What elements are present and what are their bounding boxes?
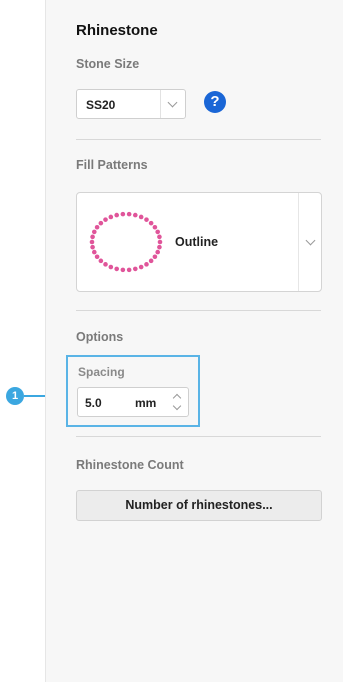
rhinestone-dot: [98, 258, 104, 264]
rhinestone-dot: [144, 217, 149, 222]
fill-pattern-label: Outline: [175, 235, 219, 249]
fill-pattern-dropdown-arrow[interactable]: [298, 193, 321, 291]
rhinestone-dot: [89, 239, 95, 245]
rhinestone-dot: [133, 266, 138, 272]
rhinestone-dot: [103, 262, 108, 267]
chevron-down-icon[interactable]: [172, 401, 182, 411]
help-icon[interactable]: ?: [204, 91, 226, 113]
stone-size-dropdown-arrow[interactable]: [160, 90, 185, 118]
spacing-input[interactable]: 5.0 mm: [77, 387, 189, 417]
rhinestone-dot: [126, 267, 132, 273]
rhinestone-dot: [108, 214, 114, 220]
rhinestone-dot: [148, 220, 154, 226]
rhinestone-dot: [92, 229, 97, 235]
fill-patterns-label: Fill Patterns: [76, 158, 148, 172]
spacing-unit: mm: [135, 396, 157, 410]
rhinestone-dot: [138, 264, 144, 270]
options-label: Options: [76, 330, 124, 344]
rhinestone-dot: [138, 214, 144, 220]
rhinestone-dot: [98, 220, 104, 226]
rhinestone-dot: [148, 258, 154, 264]
rhinestone-dot: [152, 224, 158, 230]
stone-size-value: SS20: [86, 98, 116, 112]
number-of-rhinestones-button[interactable]: Number of rhinestones...: [76, 490, 322, 521]
rhinestone-dot: [90, 244, 95, 250]
rhinestone-dot: [155, 249, 160, 255]
rhinestone-panel: Rhinestone Stone Size SS20 ? Fill Patter…: [45, 0, 343, 682]
rhinestone-dot: [94, 254, 100, 260]
rhinestone-dot: [94, 224, 100, 230]
rhinestone-dot: [103, 217, 108, 222]
callout-badge: 1: [6, 387, 24, 405]
spacing-highlight-box: Spacing 5.0 mm: [66, 355, 200, 427]
rhinestone-dot: [108, 264, 114, 270]
divider: [76, 139, 321, 140]
rhinestone-dot: [157, 244, 162, 250]
rhinestone-dot: [157, 234, 162, 240]
rhinestone-dot: [157, 239, 163, 245]
rhinestone-dot: [155, 229, 160, 235]
fill-pattern-select[interactable]: Outline: [76, 192, 322, 292]
spacing-stepper[interactable]: [170, 390, 186, 414]
rhinestone-dot: [90, 234, 95, 240]
rhinestone-dot: [114, 266, 119, 272]
rhinestone-dot: [120, 267, 126, 273]
rhinestone-count-label: Rhinestone Count: [76, 458, 184, 472]
rhinestone-dot: [120, 211, 126, 217]
outline-dots-pattern-icon: [89, 211, 163, 273]
chevron-down-icon: [167, 97, 178, 108]
rhinestone-dot: [144, 262, 149, 267]
spacing-value: 5.0: [85, 396, 102, 410]
stone-size-label: Stone Size: [76, 57, 140, 71]
divider: [76, 436, 321, 437]
spacing-label: Spacing: [78, 365, 125, 379]
stone-size-select[interactable]: SS20: [76, 89, 186, 119]
rhinestone-dot: [92, 249, 97, 255]
rhinestone-dot: [152, 254, 158, 260]
panel-title: Rhinestone: [76, 22, 158, 39]
rhinestone-dot: [126, 211, 132, 217]
divider: [76, 310, 321, 311]
rhinestone-dot: [133, 212, 138, 218]
rhinestone-dot: [114, 212, 119, 218]
chevron-down-icon: [305, 235, 316, 246]
